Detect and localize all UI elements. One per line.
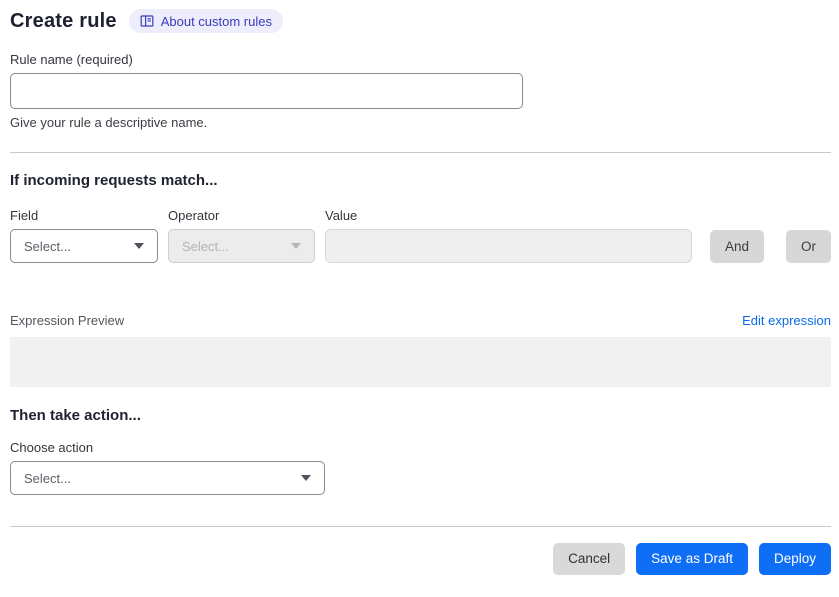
choose-action-select-value: Select... — [24, 470, 71, 486]
field-select[interactable]: Select... — [10, 229, 158, 263]
save-as-draft-button[interactable]: Save as Draft — [636, 543, 748, 575]
divider — [10, 526, 831, 527]
and-button[interactable]: And — [709, 230, 764, 263]
field-select-value: Select... — [24, 238, 71, 254]
book-icon — [140, 14, 154, 28]
chevron-down-icon — [291, 243, 301, 249]
field-label: Field — [10, 208, 39, 223]
rule-name-input[interactable] — [10, 73, 523, 109]
about-custom-rules-badge[interactable]: About custom rules — [128, 9, 283, 33]
rule-name-label: Rule name (required) — [10, 52, 133, 67]
operator-select: Select... — [168, 229, 315, 263]
expression-preview-label: Expression Preview — [10, 313, 125, 328]
chevron-down-icon — [134, 243, 144, 249]
action-section-heading: Then take action... — [10, 407, 141, 424]
chevron-down-icon — [301, 475, 311, 481]
rule-name-group: Rule name (required) Give your rule a de… — [10, 52, 831, 130]
value-column: Value — [325, 208, 692, 263]
operator-select-value: Select... — [182, 238, 229, 254]
value-label: Value — [325, 208, 358, 223]
value-input — [325, 229, 692, 263]
about-badge-label: About custom rules — [160, 13, 272, 29]
expression-preview-box — [10, 337, 831, 387]
or-button[interactable]: Or — [786, 230, 831, 263]
expression-preview-header: Expression Preview Edit expression — [10, 313, 831, 328]
choose-action-select[interactable]: Select... — [10, 461, 325, 495]
match-section-heading: If incoming requests match... — [10, 172, 218, 189]
choose-action-label: Choose action — [10, 440, 94, 455]
rule-name-helper: Give your rule a descriptive name. — [10, 115, 208, 130]
operator-label: Operator — [168, 208, 220, 223]
operator-column: Operator Select... — [168, 208, 315, 263]
field-column: Field Select... — [10, 208, 158, 263]
match-condition-row: Field Select... Operator Select... Value… — [10, 208, 831, 263]
choose-action-group: Choose action Select... — [10, 440, 831, 495]
page-title: Create rule — [10, 9, 117, 32]
footer-actions: Cancel Save as Draft Deploy — [10, 543, 831, 575]
deploy-button[interactable]: Deploy — [758, 543, 831, 575]
page-header: Create rule About custom rules — [10, 9, 831, 33]
edit-expression-link[interactable]: Edit expression — [742, 313, 831, 328]
divider — [10, 152, 831, 153]
cancel-button[interactable]: Cancel — [553, 543, 626, 575]
